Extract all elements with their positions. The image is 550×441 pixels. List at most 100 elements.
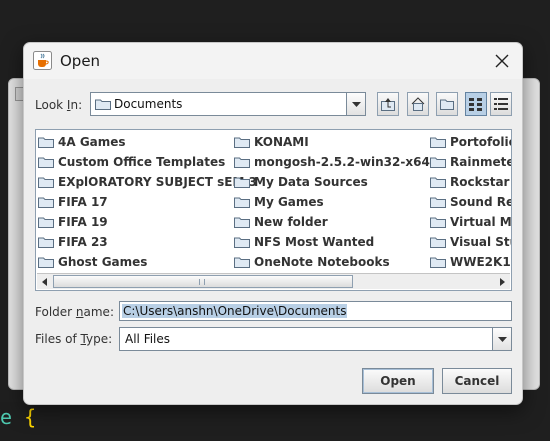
look-in-combobox[interactable]: Documents (90, 92, 366, 116)
file-list-item[interactable]: Visual Stud (428, 232, 511, 252)
up-one-level-button[interactable] (377, 92, 399, 116)
file-name: New folder (254, 215, 328, 229)
file-list-item[interactable]: Custom Office Templates (36, 152, 232, 172)
file-list-item[interactable]: Ghost Games (36, 252, 232, 272)
open-dialog: Open Look In: Documents 4A Games Custom O… (23, 42, 523, 405)
folder-icon (38, 197, 54, 208)
file-list-item[interactable]: Sound Rec (428, 192, 511, 212)
file-name: FIFA 23 (58, 235, 108, 249)
file-list-item[interactable]: My Games (232, 192, 428, 212)
folder-name-label: Folder name: (35, 305, 114, 319)
file-list-item[interactable]: FIFA 17 (36, 192, 232, 212)
look-in-label: Look In: (35, 98, 83, 112)
editor-code-fragment: e { (0, 405, 37, 429)
file-column-2: KONAMI mongosh-2.5.2-win32-x64 My Data Sou… (232, 132, 430, 272)
scroll-left-icon[interactable] (38, 275, 52, 289)
details-view-icon (494, 98, 508, 110)
files-of-type-label: Files of Type: (35, 332, 113, 346)
folder-icon (38, 237, 54, 248)
chevron-down-icon (498, 337, 507, 342)
file-name: Rockstar G (450, 175, 511, 189)
folder-icon (430, 157, 446, 168)
file-name: My Data Sources (254, 175, 368, 189)
look-in-dropdown-arrow[interactable] (346, 93, 365, 115)
scroll-right-icon[interactable] (495, 275, 509, 289)
folder-icon (38, 217, 54, 228)
folder-icon (38, 177, 54, 188)
file-list[interactable]: 4A Games Custom Office Templates EXplORATO… (35, 129, 512, 291)
file-name: OneNote Notebooks (254, 255, 390, 269)
file-name: Virtual Mac (450, 215, 512, 229)
folder-icon (430, 197, 446, 208)
files-of-type-dropdown-arrow[interactable] (492, 328, 511, 350)
file-name: Custom Office Templates (58, 155, 226, 169)
folder-icon (430, 177, 446, 188)
file-name: FIFA 17 (58, 195, 108, 209)
close-icon[interactable] (486, 47, 518, 75)
folder-icon (234, 177, 250, 188)
folder-name-input[interactable]: C:\Users\anshn\OneDrive\Documents (119, 301, 512, 321)
up-one-level-icon (381, 98, 395, 111)
file-name: mongosh-2.5.2-win32-x64 (254, 155, 430, 169)
home-icon (411, 97, 425, 111)
java-cup-icon (33, 51, 52, 70)
file-name: FIFA 19 (58, 215, 108, 229)
list-view-icon (469, 98, 482, 111)
folder-icon (234, 157, 250, 168)
file-column-3: Portofolio_ Rainmeter Rockstar G Sound Rec V… (428, 132, 512, 272)
file-list-item[interactable]: 4A Games (36, 132, 232, 152)
file-list-item[interactable]: My Data Sources (232, 172, 428, 192)
file-name: WWE2K19 (450, 255, 511, 269)
file-list-item[interactable]: FIFA 19 (36, 212, 232, 232)
horizontal-scrollbar[interactable] (37, 273, 510, 289)
new-folder-button[interactable] (436, 92, 458, 116)
file-list-item[interactable]: EXplORATORY SUBJECT sEM 3 (36, 172, 257, 192)
file-name: Rainmeter (450, 155, 511, 169)
look-in-value: Documents (114, 97, 183, 111)
file-name: 4A Games (58, 135, 126, 149)
file-list-item[interactable]: Portofolio_ (428, 132, 511, 152)
files-of-type-combobox[interactable]: All Files (119, 327, 512, 351)
cancel-button[interactable]: Cancel (442, 368, 512, 394)
folder-icon (38, 257, 54, 268)
file-list-item[interactable]: Virtual Mac (428, 212, 512, 232)
file-name: Portofolio_ (450, 135, 511, 149)
folder-icon (95, 99, 111, 110)
file-list-item[interactable]: NFS Most Wanted (232, 232, 428, 252)
file-list-item[interactable]: mongosh-2.5.2-win32-x64 (232, 152, 430, 172)
details-view-button[interactable] (490, 92, 512, 116)
new-folder-icon (440, 99, 454, 110)
folder-name-value: C:\Users\anshn\OneDrive\Documents (122, 304, 348, 318)
file-list-item[interactable]: New folder (232, 212, 428, 232)
folder-icon (38, 137, 54, 148)
folder-icon (234, 257, 250, 268)
file-list-item[interactable]: WWE2K19 (428, 252, 511, 272)
file-name: Ghost Games (58, 255, 148, 269)
file-list-item[interactable]: OneNote Notebooks (232, 252, 428, 272)
folder-icon (234, 237, 250, 248)
files-of-type-value: All Files (125, 332, 171, 346)
title-bar[interactable]: Open (24, 43, 522, 79)
folder-icon (430, 217, 446, 228)
file-name: NFS Most Wanted (254, 235, 375, 249)
file-name: Sound Rec (450, 195, 511, 209)
file-list-item[interactable]: FIFA 23 (36, 232, 232, 252)
list-view-button[interactable] (465, 92, 487, 116)
folder-icon (38, 157, 54, 168)
scrollbar-thumb[interactable] (53, 275, 353, 288)
folder-icon (430, 137, 446, 148)
folder-icon (234, 197, 250, 208)
file-list-item[interactable]: KONAMI (232, 132, 428, 152)
folder-icon (430, 237, 446, 248)
chevron-down-icon (352, 102, 361, 107)
dialog-title: Open (60, 52, 101, 70)
file-name: My Games (254, 195, 324, 209)
folder-icon (234, 137, 250, 148)
file-list-item[interactable]: Rainmeter (428, 152, 511, 172)
file-list-item[interactable]: Rockstar G (428, 172, 511, 192)
home-button[interactable] (407, 92, 429, 116)
folder-icon (430, 257, 446, 268)
open-button[interactable]: Open (362, 368, 434, 394)
folder-icon (234, 217, 250, 228)
file-name: EXplORATORY SUBJECT sEM 3 (58, 175, 257, 189)
